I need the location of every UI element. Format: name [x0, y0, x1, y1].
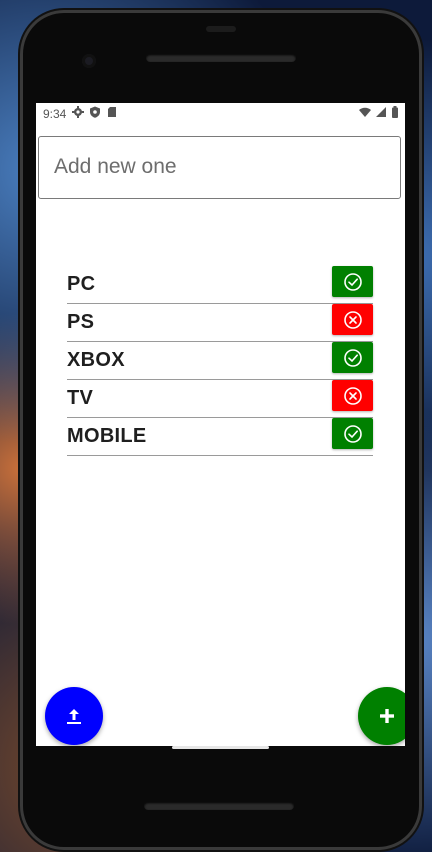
- proximity-sensor: [206, 26, 236, 32]
- shield-icon: [90, 106, 100, 118]
- add-item-button[interactable]: [358, 687, 405, 745]
- item-label: TV: [67, 387, 94, 409]
- x-circle-icon: [343, 386, 362, 405]
- wifi-icon: [359, 107, 371, 117]
- home-indicator[interactable]: [172, 746, 269, 749]
- item-label: XBOX: [67, 349, 125, 371]
- list-item: TV: [67, 380, 373, 418]
- list-item: MOBILE: [67, 418, 373, 456]
- status-left-icons: [72, 106, 118, 118]
- mark-not-done-button[interactable]: [332, 380, 373, 411]
- app-screen: 9:34 Add new one PC PS XBOX TV MOBILE: [36, 103, 405, 746]
- bottom-speaker: [144, 802, 294, 810]
- item-label: PS: [67, 311, 95, 333]
- mark-done-button[interactable]: [332, 342, 373, 373]
- upload-icon: [67, 709, 81, 724]
- new-item-field[interactable]: [38, 136, 401, 199]
- list-item: XBOX: [67, 342, 373, 380]
- sd-card-icon: [108, 107, 116, 117]
- item-list: PC PS XBOX TV MOBILE: [67, 266, 373, 456]
- check-circle-icon: [343, 348, 362, 367]
- upload-button[interactable]: [45, 687, 103, 745]
- front-camera: [82, 54, 96, 68]
- status-time: 9:34: [43, 107, 67, 121]
- item-label: PC: [67, 273, 96, 295]
- phone-frame: 9:34 Add new one PC PS XBOX TV MOBILE: [20, 10, 422, 850]
- item-label: MOBILE: [67, 425, 147, 447]
- earpiece-speaker: [146, 54, 296, 62]
- x-circle-icon: [343, 310, 362, 329]
- status-bar: 9:34: [36, 103, 405, 125]
- plus-icon: [380, 709, 394, 723]
- settings-icon: [72, 106, 84, 118]
- cell-signal-icon: [376, 107, 386, 117]
- list-item: PC: [67, 266, 373, 304]
- new-item-input[interactable]: [39, 137, 384, 197]
- list-item: PS: [67, 304, 373, 342]
- battery-icon: [392, 106, 398, 118]
- mark-done-button[interactable]: [332, 266, 373, 297]
- status-right-icons: [359, 106, 399, 118]
- mark-not-done-button[interactable]: [332, 304, 373, 335]
- check-circle-icon: [343, 272, 362, 291]
- check-circle-icon: [343, 424, 362, 443]
- mark-done-button[interactable]: [332, 418, 373, 449]
